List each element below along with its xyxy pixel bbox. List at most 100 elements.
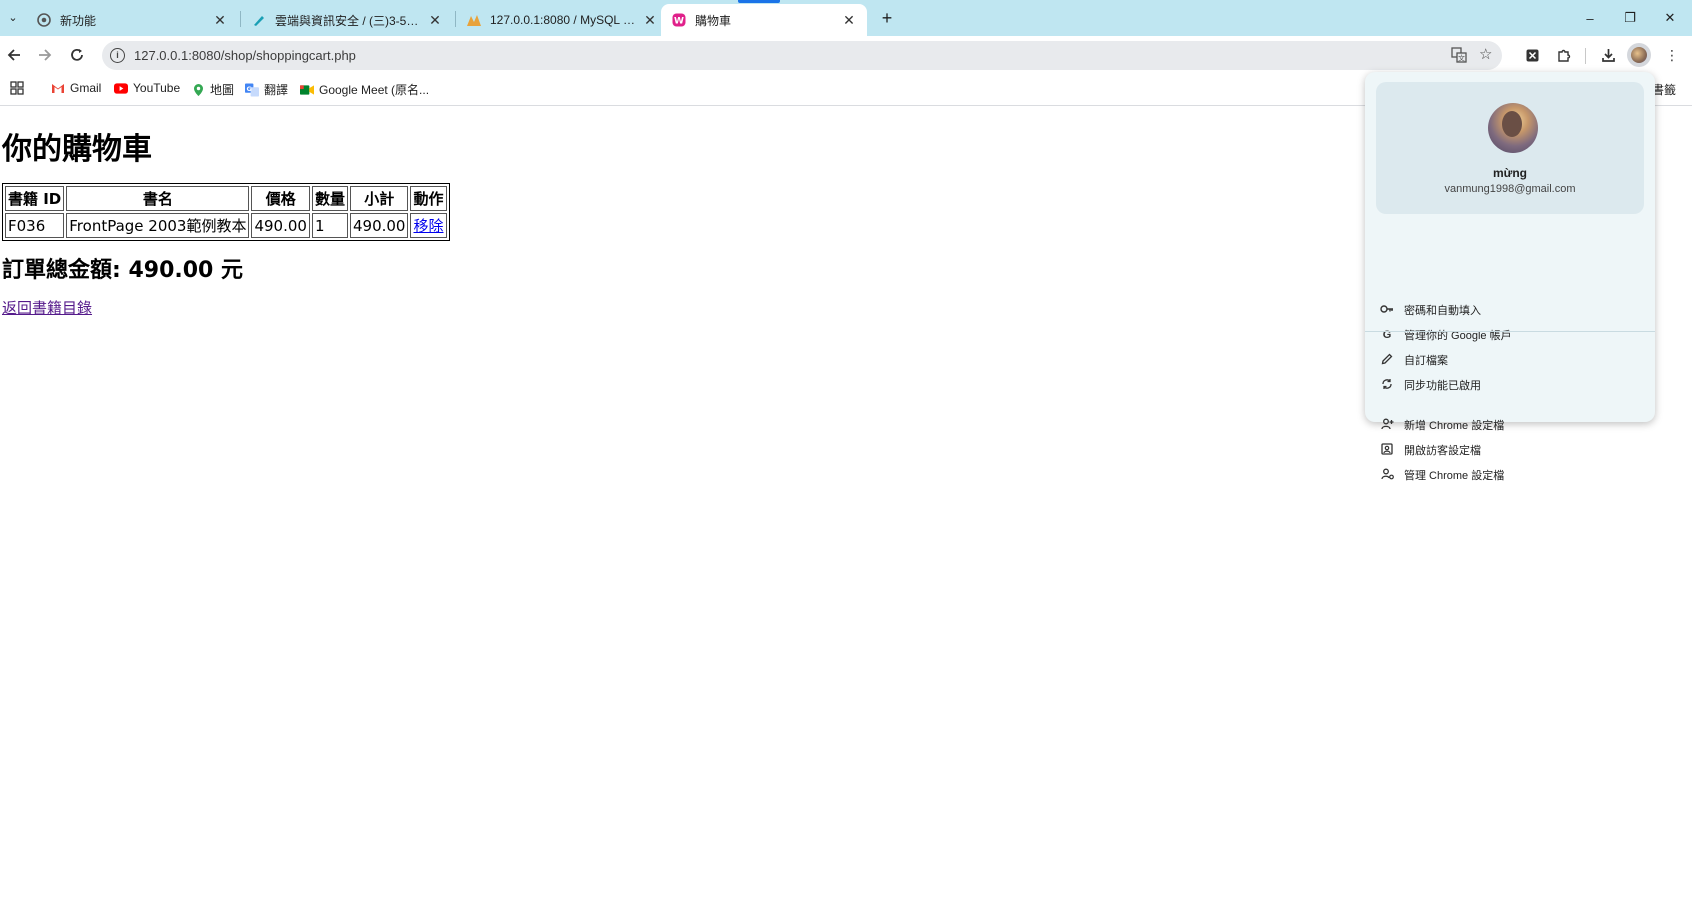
restore-button[interactable]: ❐ <box>1610 6 1650 30</box>
back-to-catalog-link[interactable]: 返回書籍目錄 <box>2 297 92 318</box>
tab-title: 購物車 <box>695 13 732 28</box>
menu-item-manage-profiles[interactable]: 管理 Chrome 設定檔 <box>1379 464 1641 486</box>
new-tab-button[interactable]: + <box>875 6 899 30</box>
cell-subtotal: 490.00 <box>349 213 409 238</box>
page-title: 你的購物車 <box>2 132 152 167</box>
address-bar[interactable]: i 127.0.0.1:8080/shop/shoppingcart.php 文… <box>102 41 1502 70</box>
meet-icon <box>300 83 314 97</box>
youtube-icon <box>114 81 128 95</box>
column-header-book-name: 書名 <box>66 186 250 211</box>
guest-icon <box>1379 442 1395 458</box>
pen-icon <box>251 12 267 28</box>
column-header-price: 價格 <box>251 186 310 211</box>
menu-item-label: 同步功能已啟用 <box>1404 380 1481 392</box>
cell-book-name: FrontPage 2003範例教本 <box>66 213 250 238</box>
close-tab-icon[interactable]: ✕ <box>841 12 857 29</box>
toolbar-divider <box>1585 48 1586 64</box>
pencil-icon <box>1379 353 1395 368</box>
add-person-icon <box>1379 418 1395 433</box>
close-tab-icon[interactable]: ✕ <box>212 12 228 29</box>
back-arrow-icon <box>7 49 20 61</box>
menu-divider <box>1365 331 1655 332</box>
bookmark-maps[interactable]: 地圖 <box>191 81 234 98</box>
tab-search-chevron-icon[interactable]: ⌄ <box>2 6 24 28</box>
url-text[interactable]: 127.0.0.1:8080/shop/shoppingcart.php <box>134 48 356 63</box>
bookmark-label: Gmail <box>70 81 102 95</box>
phpmyadmin-icon <box>466 12 482 28</box>
bookmark-label: 地圖 <box>210 83 235 97</box>
reload-icon <box>71 48 83 61</box>
downloads-icon[interactable] <box>1597 44 1619 66</box>
svg-text:W: W <box>674 17 684 27</box>
browser-toolbar: i 127.0.0.1:8080/shop/shoppingcart.php 文… <box>0 36 1692 74</box>
bookmark-youtube[interactable]: YouTube <box>114 81 180 95</box>
close-tab-icon[interactable]: ✕ <box>642 12 658 29</box>
column-header-action: 動作 <box>410 186 447 211</box>
translate-icon: G <box>245 82 259 97</box>
apps-grid-icon[interactable] <box>10 81 24 95</box>
bookmark-star-icon[interactable]: ☆ <box>1479 45 1492 63</box>
menu-item-label: 密碼和自動填入 <box>1404 305 1481 317</box>
avatar <box>1488 103 1538 153</box>
extension-x-icon[interactable] <box>1521 44 1543 66</box>
svg-text:文: 文 <box>1458 54 1465 63</box>
back-button[interactable] <box>1 42 27 68</box>
manage-profiles-icon <box>1379 468 1395 483</box>
maps-icon <box>191 83 205 97</box>
column-header-book-id: 書籍 ID <box>5 186 65 211</box>
menu-item-label: 自訂檔案 <box>1404 355 1448 367</box>
bookmark-google-meet[interactable]: Google Meet (原名... <box>300 81 429 98</box>
tab-cloud-security[interactable]: 雲端與資訊安全 / (三)3-5 - 翻譯 ✕ <box>241 4 453 36</box>
bookmark-label: Google Meet (原名... <box>319 83 430 97</box>
menu-item-google-account[interactable]: G 管理你的 Google 帳戶 <box>1379 324 1641 346</box>
forward-button[interactable] <box>32 42 58 68</box>
sync-icon <box>1379 378 1395 393</box>
tab-strip-indicator <box>738 0 780 3</box>
menu-item-guest-profile[interactable]: 開啟訪客設定檔 <box>1379 439 1641 461</box>
all-bookmarks-label[interactable]: 書籤 <box>1652 81 1676 98</box>
reload-button[interactable] <box>64 42 90 68</box>
menu-item-label: 管理 Chrome 設定檔 <box>1404 470 1505 482</box>
menu-item-add-profile[interactable]: 新增 Chrome 設定檔 <box>1379 414 1641 436</box>
tab-phpmyadmin[interactable]: 127.0.0.1:8080 / MySQL / shop ✕ <box>456 4 668 36</box>
forward-arrow-icon <box>39 49 52 61</box>
site-info-icon[interactable]: i <box>110 48 125 63</box>
tab-shopping-cart[interactable]: W 購物車 ✕ <box>661 4 867 36</box>
bookmark-label: 翻譯 <box>264 83 289 97</box>
menu-item-passwords[interactable]: 密碼和自動填入 <box>1379 299 1641 321</box>
column-header-quantity: 數量 <box>311 186 348 211</box>
bookmark-translate[interactable]: G 翻譯 <box>245 81 288 98</box>
bookmark-gmail[interactable]: Gmail <box>51 81 101 95</box>
translate-icon[interactable]: 文 <box>1451 47 1467 66</box>
minimize-button[interactable]: – <box>1570 6 1610 30</box>
tab-new-features[interactable]: 新功能 ✕ <box>26 4 238 36</box>
tab-title: 雲端與資訊安全 / (三)3-5 - 翻譯 <box>275 13 421 28</box>
menu-item-label: 管理你的 Google 帳戶 <box>1404 330 1512 342</box>
tab-strip: ⌄ 新功能 ✕ 雲端與資訊安全 / (三)3-5 - 翻譯 ✕ 127.0.0.… <box>0 0 1692 36</box>
close-tab-icon[interactable]: ✕ <box>427 12 443 29</box>
cell-quantity: 1 <box>311 213 348 238</box>
column-header-subtotal: 小計 <box>349 186 409 211</box>
svg-text:G: G <box>247 84 252 92</box>
menu-item-sync[interactable]: 同步功能已啟用 <box>1379 374 1641 396</box>
remove-link[interactable]: 移除 <box>413 217 443 235</box>
menu-item-label: 新增 Chrome 設定檔 <box>1404 420 1505 432</box>
extensions-puzzle-icon[interactable] <box>1553 44 1575 66</box>
profile-avatar-button[interactable] <box>1627 43 1651 67</box>
cart-app-icon: W <box>671 12 687 28</box>
bookmark-label: YouTube <box>133 81 181 95</box>
profile-menu-popup: mừng vanmung1998@gmail.com 密碼和自動填入 G 管理你… <box>1365 72 1655 482</box>
close-window-button[interactable]: ✕ <box>1650 6 1690 30</box>
tab-title: 127.0.0.1:8080 / MySQL / shop <box>490 13 636 27</box>
menu-item-customize-profile[interactable]: 自訂檔案 <box>1379 349 1641 371</box>
chrome-icon <box>36 12 52 28</box>
key-icon <box>1379 304 1395 317</box>
cell-book-id: F036 <box>5 213 65 238</box>
profile-card: mừng vanmung1998@gmail.com <box>1376 82 1644 214</box>
avatar <box>1631 47 1647 63</box>
profile-name: mừng <box>1492 166 1528 180</box>
cell-price: 490.00 <box>251 213 310 238</box>
table-row: F036 FrontPage 2003範例教本 490.00 1 490.00 … <box>5 213 447 238</box>
more-menu-icon[interactable]: ⋮ <box>1661 44 1683 66</box>
cell-action: 移除 <box>410 213 447 238</box>
